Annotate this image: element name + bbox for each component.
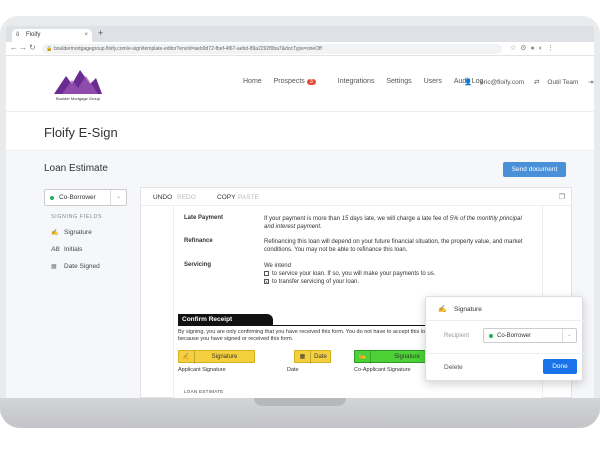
role-select-value: Co-Borrower <box>59 194 96 201</box>
chevron-down-icon: ⌄ <box>562 329 576 342</box>
logout-icon[interactable]: ⇥ <box>588 79 593 86</box>
url-bar[interactable]: 🔒 bouldermortgagegroup.floify.com/e-sign… <box>42 44 502 54</box>
signing-fields-heading: SIGNING FIELDS <box>51 214 103 220</box>
nav-prospects[interactable]: Prospects 3 <box>274 78 326 85</box>
team-label[interactable]: Outil Team <box>547 79 578 86</box>
confirm-receipt-text: By signing, you are only confirming that… <box>178 329 432 342</box>
servicing-option-2: x to transfer servicing of your loan. <box>264 278 529 286</box>
prospects-badge: 3 <box>306 79 316 85</box>
date-field[interactable]: ▦ Date <box>294 350 331 364</box>
app-header: Boulder Mortgage Group Home Prospects 3 I… <box>6 56 594 112</box>
logo-text: Boulder Mortgage Group <box>56 96 101 101</box>
late-payment-text-a: If your payment is more than <box>264 216 342 222</box>
close-tab-icon[interactable]: × <box>84 32 88 38</box>
laptop-frame: ô Floify × + ← → ↻ 🔒 bouldermortgagegrou… <box>0 0 600 450</box>
copy-button[interactable]: COPY <box>217 194 235 201</box>
role-color-dot <box>50 196 54 200</box>
sidebar-item-label: Initials <box>64 246 83 253</box>
applicant-signature-field[interactable]: ✍ Signature <box>178 350 255 364</box>
user-icon: 👤 <box>464 79 473 86</box>
sidebar-item-initials[interactable]: AB Initials <box>51 246 82 253</box>
title-bar: Floify E-Sign <box>6 113 594 151</box>
date-label: Date <box>287 367 299 373</box>
recipient-value: Co-Borrower <box>497 333 532 339</box>
checkbox-unchecked <box>264 270 269 276</box>
nav-users[interactable]: Users <box>424 78 442 85</box>
field-label: Signature <box>211 354 238 360</box>
signature-icon: ✍ <box>179 351 195 364</box>
popup-divider <box>426 353 584 354</box>
applicant-signature-label: Applicant Signature <box>178 367 226 373</box>
done-button[interactable]: Done <box>543 359 577 374</box>
back-icon[interactable]: ← <box>10 43 18 52</box>
lock-icon: 🔒 <box>46 46 53 52</box>
laptop-notch <box>254 398 346 406</box>
team-switch-icon: ⇄ <box>533 79 540 86</box>
browser-tab[interactable]: ô Floify × <box>12 29 92 42</box>
sidebar-item-label: Signature <box>64 229 92 236</box>
document-footer: LOAN ESTIMATE <box>184 389 224 394</box>
calendar-icon: ▦ <box>51 264 57 270</box>
company-logo[interactable]: Boulder Mortgage Group <box>52 66 104 102</box>
servicing-label: Servicing <box>184 262 212 268</box>
servicing-option-1: to service your loan. If so, you will ma… <box>264 270 529 278</box>
send-document-button[interactable]: Send document <box>503 162 566 177</box>
reload-icon[interactable]: ↻ <box>29 43 36 52</box>
sidebar-item-label: Date Signed <box>64 263 100 270</box>
late-payment-text: If your payment is more than 15 days lat… <box>264 215 529 231</box>
paste-button[interactable]: PASTE <box>238 194 259 201</box>
favicon-icon: ô <box>16 32 20 38</box>
browser-toolbar: ← → ↻ 🔒 bouldermortgagegroup.floify.com/… <box>6 42 594 56</box>
co-applicant-signature-label: Co-Applicant Signature <box>354 367 411 373</box>
late-payment-days: 15 days <box>341 216 363 222</box>
tab-title: Floify <box>26 32 41 38</box>
user-email[interactable]: eric@floify.com <box>480 79 524 86</box>
servicing-option-1-text: to service your loan. If so, you will ma… <box>272 271 436 277</box>
sidebar-item-signature[interactable]: ✍ Signature <box>51 229 92 236</box>
checkbox-checked: x <box>264 278 269 284</box>
signature-icon: ✍ <box>355 351 371 364</box>
field-label: Date <box>314 354 327 360</box>
url-text: bouldermortgagegroup.floify.com/e-sign/t… <box>54 46 322 52</box>
signature-icon: ✍ <box>51 230 59 236</box>
browser-tabbar: ô Floify × + <box>6 26 594 42</box>
chevron-down-icon: ⌄ <box>110 190 126 205</box>
duplicate-icon[interactable]: ❐ <box>559 193 565 201</box>
user-menu: 👤 eric@floify.com ⇄ Outil Team ⇥ <box>464 78 594 86</box>
refinance-text: Refinancing this loan will depend on you… <box>264 239 523 253</box>
laptop-base <box>0 398 600 428</box>
nav-integrations[interactable]: Integrations <box>338 78 375 85</box>
recipient-color-dot <box>489 334 493 338</box>
nav-home[interactable]: Home <box>243 78 262 85</box>
undo-button[interactable]: UNDO <box>153 194 172 201</box>
signature-icon: ✍ <box>438 306 447 313</box>
nav-prospects-label: Prospects <box>273 78 305 85</box>
initials-icon: AB <box>51 247 60 253</box>
popup-header: ✍ Signature <box>426 297 584 321</box>
nav-settings[interactable]: Settings <box>386 78 411 85</box>
role-select[interactable]: Co-Borrower ⌄ <box>44 189 127 206</box>
extension-icons[interactable]: ☆⚙●◐⋮ <box>510 44 558 52</box>
refinance-label: Refinance <box>184 238 213 244</box>
forward-icon[interactable]: → <box>19 43 27 52</box>
servicing-option-2-text: to transfer servicing of your loan. <box>272 279 360 285</box>
field-properties-popup: ✍ Signature Recipient Co-Borrower ⌄ Dele… <box>425 296 584 381</box>
page-title: Floify E-Sign <box>44 125 118 140</box>
calendar-icon: ▦ <box>295 351 311 364</box>
main-nav: Home Prospects 3 Integrations Settings Us… <box>243 78 493 85</box>
sidebar-item-date-signed[interactable]: ▦ Date Signed <box>51 263 100 270</box>
late-payment-label: Late Payment <box>184 215 224 221</box>
new-tab-icon[interactable]: + <box>98 28 103 38</box>
servicing-text: We intend to service your loan. If so, y… <box>264 262 529 286</box>
document-title: Loan Estimate <box>44 163 108 174</box>
popup-title: Signature <box>454 306 482 313</box>
redo-button[interactable]: REDO <box>177 194 196 201</box>
editor-toolbar: UNDO REDO COPY PASTE ❐ <box>141 188 573 206</box>
servicing-intro: We intend <box>264 263 291 269</box>
late-payment-text-c: late, we will charge a late fee of <box>362 216 450 222</box>
recipient-label: Recipient <box>444 333 470 339</box>
delete-button[interactable]: Delete <box>444 364 463 371</box>
recipient-select[interactable]: Co-Borrower ⌄ <box>483 328 577 343</box>
